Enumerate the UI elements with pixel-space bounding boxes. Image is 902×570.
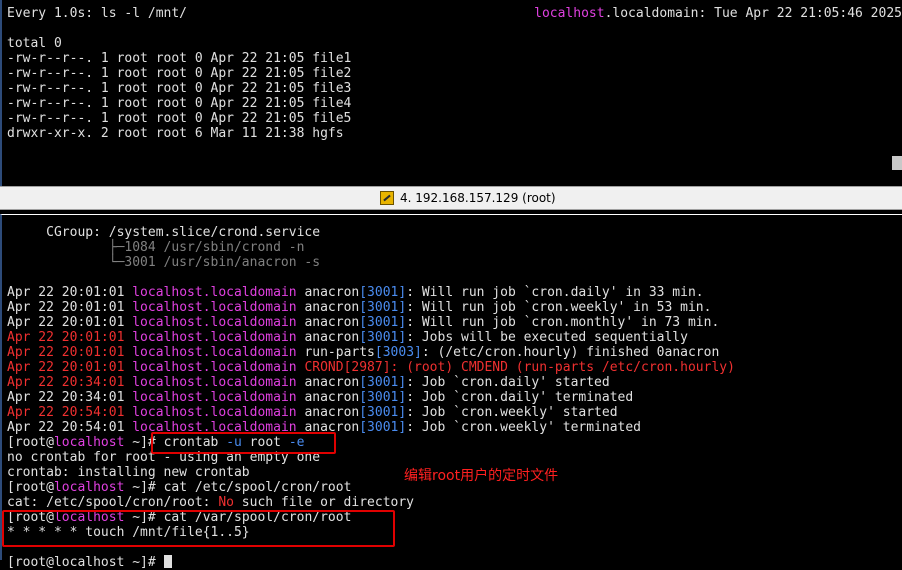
journal-log-line: Apr 22 20:34:01 localhost.localdomain an…	[7, 390, 634, 405]
ls-row: drwxr-xr-x. 2 root root 6 Mar 11 21:38 h…	[7, 126, 344, 141]
journal-log-line: Apr 22 20:01:01 localhost.localdomain an…	[7, 330, 688, 345]
highlight-box-crontab	[151, 432, 336, 454]
ls-row: -rw-r--r--. 1 root root 0 Apr 22 21:05 f…	[7, 66, 352, 81]
journal-log-line: Apr 22 20:01:01 localhost.localdomain an…	[7, 285, 704, 300]
process-tree-line: ├─1084 /usr/sbin/crond -n	[7, 240, 305, 255]
watch-header: Every 1.0s: ls -l /mnt/	[7, 6, 188, 21]
watch-timestamp: localhost.localdomain: Tue Apr 22 21:05:…	[534, 6, 902, 21]
session-tab-bar: 4. 192.168.157.129 (root)	[0, 186, 902, 210]
journal-log-line: Apr 22 20:54:01 localhost.localdomain an…	[7, 405, 618, 420]
watch-output: Every 1.0s: ls -l /mnt/ total 0 -rw-r--r…	[7, 6, 351, 141]
cat-error-line: cat: /etc/spool/cron/root: No such file …	[7, 495, 414, 510]
watch-terminal-pane[interactable]: Every 1.0s: ls -l /mnt/ total 0 -rw-r--r…	[0, 0, 902, 186]
scrollbar-thumb[interactable]	[892, 156, 902, 170]
ls-total: total 0	[7, 36, 62, 51]
session-tab-label: 4. 192.168.157.129 (root)	[400, 191, 556, 205]
ls-row: -rw-r--r--. 1 root root 0 Apr 22 21:05 f…	[7, 51, 352, 66]
highlight-box-cat-result	[2, 510, 395, 547]
journal-log-line: Apr 22 20:34:01 localhost.localdomain an…	[7, 375, 610, 390]
prompt-line[interactable]: [root@localhost ~]#	[7, 555, 172, 570]
process-tree-line: └─3001 /usr/sbin/anacron -s	[7, 255, 321, 270]
shell-terminal-pane[interactable]: CGroup: /system.slice/crond.service ├─10…	[0, 214, 902, 570]
cgroup-line: CGroup: /system.slice/crond.service	[7, 225, 321, 240]
ls-row: -rw-r--r--. 1 root root 0 Apr 22 21:05 f…	[7, 81, 352, 96]
prompt-line: [root@localhost ~]# cat /etc/spool/cron/…	[7, 480, 352, 495]
annotation-label: 编辑root用户的定时文件	[404, 468, 559, 484]
session-tab[interactable]: 4. 192.168.157.129 (root)	[380, 190, 556, 206]
crontab-output: crontab: installing new crontab	[7, 465, 250, 480]
terminal-tab-icon	[380, 191, 394, 205]
text-cursor	[163, 555, 172, 568]
journal-log-line: Apr 22 20:01:01 localhost.localdomain an…	[7, 300, 712, 315]
journal-log-line: Apr 22 20:01:01 localhost.localdomain CR…	[7, 360, 735, 375]
ls-row: -rw-r--r--. 1 root root 0 Apr 22 21:05 f…	[7, 111, 352, 126]
journal-log-line: Apr 22 20:01:01 localhost.localdomain an…	[7, 315, 720, 330]
journal-log-line: Apr 22 20:01:01 localhost.localdomain ru…	[7, 345, 720, 360]
ls-row: -rw-r--r--. 1 root root 0 Apr 22 21:05 f…	[7, 96, 352, 111]
